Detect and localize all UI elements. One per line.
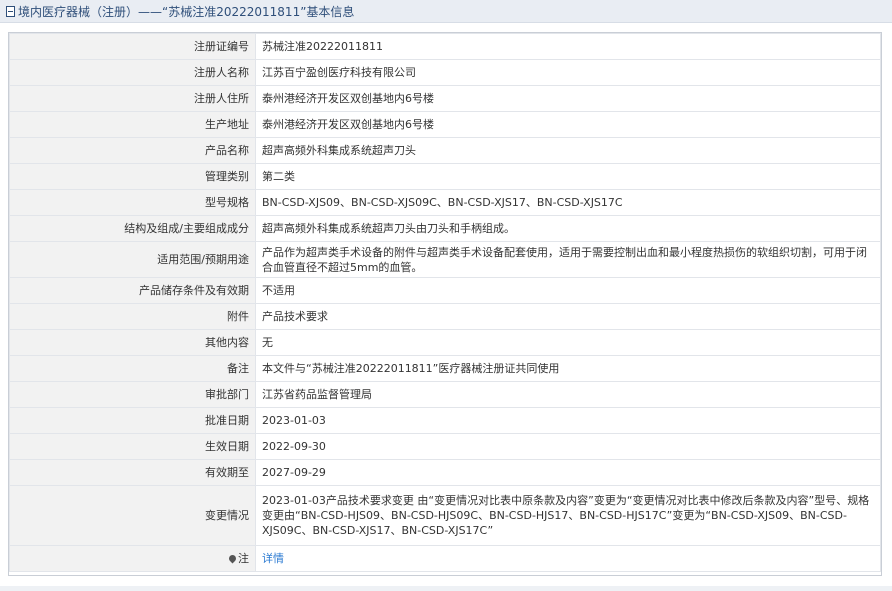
- page-title-text: 境内医疗器械（注册）——“苏械注准20222011811”基本信息: [18, 5, 355, 19]
- header-bar: 境内医疗器械（注册）——“苏械注准20222011811”基本信息: [0, 0, 892, 23]
- table-row: 变更情况 2023-01-03产品技术要求变更 由“变更情况对比表中原条款及内容…: [9, 485, 881, 546]
- note-label: 注: [238, 552, 249, 565]
- document-icon: [6, 6, 15, 17]
- row-label: 生效日期: [9, 433, 256, 460]
- row-label: 适用范围/预期用途: [9, 241, 256, 278]
- info-table: 注册证编号 苏械注准20222011811 注册人名称 江苏百宁盈创医疗科技有限…: [9, 33, 881, 572]
- row-label: 有效期至: [9, 459, 256, 486]
- table-row: 适用范围/预期用途 产品作为超声类手术设备的附件与超声类手术设备配套使用，适用于…: [9, 241, 881, 278]
- table-row: 结构及组成/主要组成成分 超声高频外科集成系统超声刀头由刀头和手柄组成。: [9, 215, 881, 242]
- page-title: 境内医疗器械（注册）——“苏械注准20222011811”基本信息: [6, 3, 354, 20]
- row-value: 泰州港经济开发区双创基地内6号楼: [255, 111, 881, 138]
- table-row: 注册人住所 泰州港经济开发区双创基地内6号楼: [9, 85, 881, 112]
- table-row: 型号规格 BN-CSD-XJS09、BN-CSD-XJS09C、BN-CSD-X…: [9, 189, 881, 216]
- row-label: 批准日期: [9, 407, 256, 434]
- row-value: 第二类: [255, 163, 881, 190]
- row-value: 泰州港经济开发区双创基地内6号楼: [255, 85, 881, 112]
- row-label: 审批部门: [9, 381, 256, 408]
- row-label: 变更情况: [9, 485, 256, 546]
- row-value: 2022-09-30: [255, 433, 881, 460]
- row-value: 江苏百宁盈创医疗科技有限公司: [255, 59, 881, 86]
- table-row: 注册证编号 苏械注准20222011811: [9, 33, 881, 60]
- row-label: 结构及组成/主要组成成分: [9, 215, 256, 242]
- row-label: 产品名称: [9, 137, 256, 164]
- row-value: 本文件与“苏械注准20222011811”医疗器械注册证共同使用: [255, 355, 881, 382]
- row-value: 产品作为超声类手术设备的附件与超声类手术设备配套使用，适用于需要控制出血和最小程…: [255, 241, 881, 278]
- table-row: 生效日期 2022-09-30: [9, 433, 881, 460]
- row-label: 产品储存条件及有效期: [9, 277, 256, 304]
- table-row: 审批部门 江苏省药品监督管理局: [9, 381, 881, 408]
- table-row: 注 详情: [9, 545, 881, 572]
- row-label: 注册人住所: [9, 85, 256, 112]
- pin-icon: [227, 553, 238, 564]
- row-label: 附件: [9, 303, 256, 330]
- table-row: 注册人名称 江苏百宁盈创医疗科技有限公司: [9, 59, 881, 86]
- row-value: 2023-01-03: [255, 407, 881, 434]
- table-row: 备注 本文件与“苏械注准20222011811”医疗器械注册证共同使用: [9, 355, 881, 382]
- note-label-cell: 注: [9, 545, 256, 572]
- details-link[interactable]: 详情: [262, 552, 284, 565]
- row-value: 无: [255, 329, 881, 356]
- row-value: BN-CSD-XJS09、BN-CSD-XJS09C、BN-CSD-XJS17、…: [255, 189, 881, 216]
- row-label: 注册证编号: [9, 33, 256, 60]
- row-label: 注册人名称: [9, 59, 256, 86]
- row-value: 超声高频外科集成系统超声刀头: [255, 137, 881, 164]
- row-value: 产品技术要求: [255, 303, 881, 330]
- row-label: 生产地址: [9, 111, 256, 138]
- row-value: 不适用: [255, 277, 881, 304]
- table-row: 产品储存条件及有效期 不适用: [9, 277, 881, 304]
- row-value: 2027-09-29: [255, 459, 881, 486]
- table-row: 批准日期 2023-01-03: [9, 407, 881, 434]
- row-label: 备注: [9, 355, 256, 382]
- row-value: 苏械注准20222011811: [255, 33, 881, 60]
- table-row: 其他内容 无: [9, 329, 881, 356]
- table-row: 管理类别 第二类: [9, 163, 881, 190]
- row-value: 江苏省药品监督管理局: [255, 381, 881, 408]
- note-value-cell: 详情: [255, 545, 881, 572]
- table-row: 有效期至 2027-09-29: [9, 459, 881, 486]
- row-value: 2023-01-03产品技术要求变更 由“变更情况对比表中原条款及内容”变更为“…: [255, 485, 881, 546]
- info-panel: 注册证编号 苏械注准20222011811 注册人名称 江苏百宁盈创医疗科技有限…: [8, 32, 882, 576]
- table-row: 生产地址 泰州港经济开发区双创基地内6号楼: [9, 111, 881, 138]
- bottom-divider: [0, 586, 892, 591]
- table-row: 产品名称 超声高频外科集成系统超声刀头: [9, 137, 881, 164]
- row-label: 型号规格: [9, 189, 256, 216]
- row-label: 管理类别: [9, 163, 256, 190]
- table-row: 附件 产品技术要求: [9, 303, 881, 330]
- row-value: 超声高频外科集成系统超声刀头由刀头和手柄组成。: [255, 215, 881, 242]
- row-label: 其他内容: [9, 329, 256, 356]
